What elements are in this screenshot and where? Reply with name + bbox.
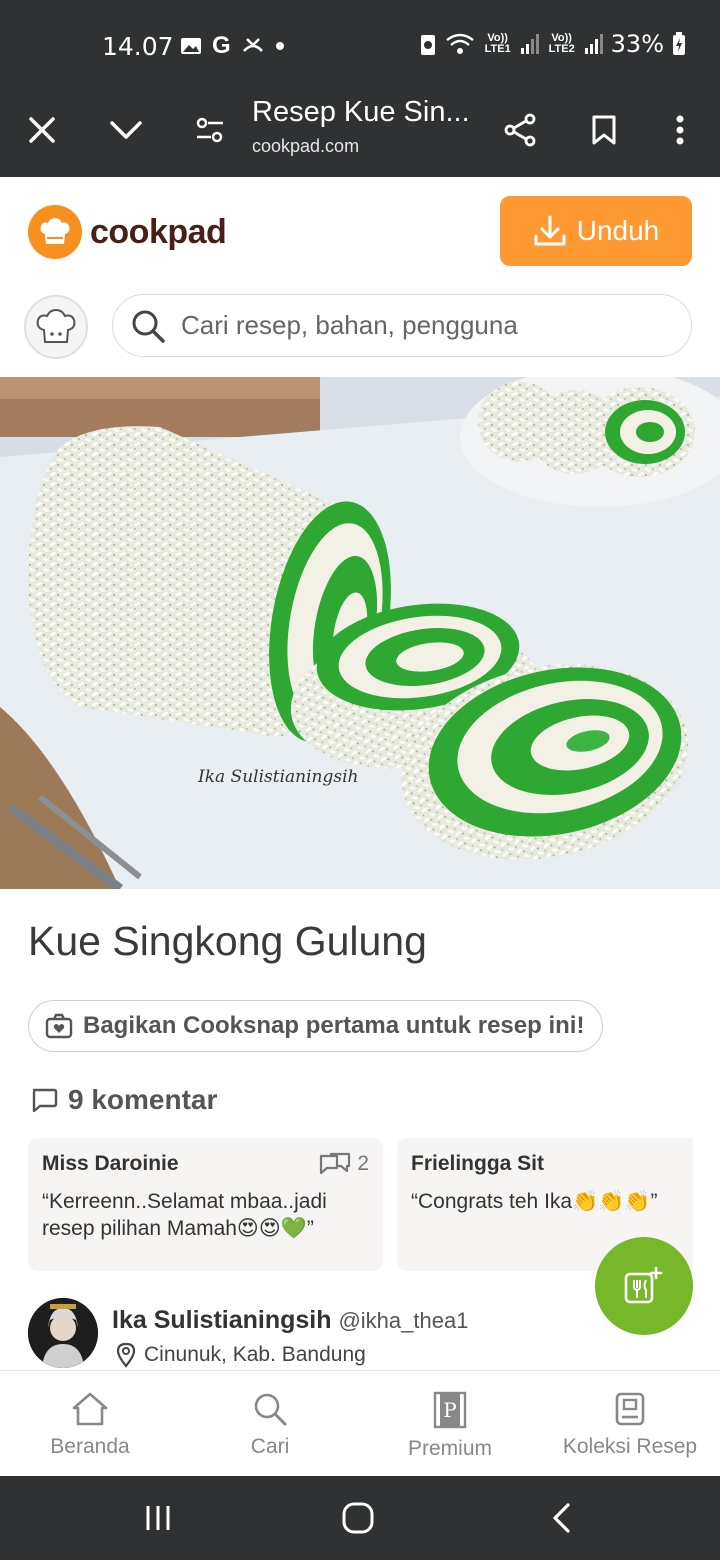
author-avatar[interactable] [28,1298,98,1368]
comment-card[interactable]: Miss Daroinie 2 “Kerreenn..Selamat mbaa.… [28,1138,383,1271]
page-title: Resep Kue Sin... [252,96,470,128]
nav-collection[interactable]: Koleksi Resep [540,1371,720,1476]
add-recipe-icon [624,1266,663,1304]
home-button-icon [342,1502,374,1534]
nav-search-label: Cari [250,1435,290,1458]
system-navigation-bar [0,1476,720,1560]
missed-call-icon [242,38,263,52]
page-url: cookpad.com [252,136,360,156]
premium-icon: P [433,1391,467,1429]
comments-header[interactable]: 9 komentar [30,1084,217,1116]
close-button[interactable] [20,108,64,152]
camera-heart-icon [45,1013,73,1039]
reply-count-value: 2 [357,1152,369,1175]
search-icon [254,1393,287,1426]
more-vertical-icon [676,115,684,145]
search-bar[interactable] [112,294,692,357]
google-icon: G [212,32,231,59]
home-button[interactable] [338,1500,378,1536]
recent-apps-icon [146,1506,170,1530]
comment-text: “Congrats teh Ika👏👏👏” [411,1190,658,1213]
home-icon [72,1392,108,1426]
search-input[interactable] [181,310,661,341]
download-label: Unduh [576,215,660,246]
nav-home-label: Beranda [50,1435,130,1458]
reply-count: 2 [319,1152,369,1176]
replies-icon [320,1152,351,1175]
battery-percent: 33% [610,30,664,58]
notification-dot-icon [275,42,284,50]
author-name-row: Ika Sulistianingsih @ikha_thea1 [112,1306,468,1335]
recipe-title: Kue Singkong Gulung [28,918,427,964]
download-icon [534,215,566,246]
minimize-button[interactable] [104,108,148,152]
bookmark-button[interactable] [582,108,626,152]
signal-lte1-label: Vo)) LTE1 [484,32,511,55]
search-row [0,293,720,373]
nav-home[interactable]: Beranda [0,1371,180,1476]
close-icon [29,117,55,143]
comment-author: Frielingga Sit [411,1152,545,1175]
photo-watermark: Ika Sulistianingsih [197,767,358,787]
site-settings-button[interactable] [188,108,232,152]
author-location: Cinunuk, Kab. Bandung [144,1343,366,1366]
back-button[interactable] [546,1500,576,1536]
recent-apps-button[interactable] [140,1500,176,1536]
profile-avatar-button[interactable] [24,295,88,359]
browser-toolbar: Resep Kue Sin... cookpad.com [0,88,720,177]
logo-text: cookpad [90,212,227,251]
location-pin-icon [116,1342,136,1368]
cookpad-logo[interactable]: cookpad [28,205,227,259]
author-name: Ika Sulistianingsih [112,1306,332,1334]
status-bar: 14.07 G Vo)) LTE1 Vo)) LTE2 33% [0,0,720,88]
chevron-down-icon [110,121,142,139]
share-button[interactable] [498,108,542,152]
recipe-photo: Ika Sulistianingsih [0,377,720,889]
share-icon [504,113,536,147]
bookmark-icon [592,115,616,145]
back-icon [553,1503,570,1533]
nav-search[interactable]: Cari [180,1371,360,1476]
comment-icon [32,1088,58,1113]
download-app-button[interactable]: Unduh [500,196,692,266]
signal-lte2-label: Vo)) LTE2 [548,32,575,55]
cooksnap-label: Bagikan Cooksnap pertama untuk resep ini… [83,1012,585,1039]
status-time: 14.07 [102,32,174,61]
nav-premium-label: Premium [407,1437,492,1460]
signal-bars-2-icon [584,34,603,54]
comments-count: 9 komentar [68,1084,218,1115]
comment-text: “Kerreenn..Selamat mbaa..jadi resep pili… [42,1190,327,1240]
site-header: cookpad Unduh [0,177,720,287]
add-recipe-fab[interactable] [595,1237,693,1335]
recipe-author[interactable]: Ika Sulistianingsih @ikha_thea1 Cinunuk,… [28,1298,588,1368]
author-location-row: Cinunuk, Kab. Bandung [116,1342,366,1368]
bottom-navigation: Beranda Cari P Premium Koleksi Resep [0,1370,720,1476]
chef-hat-icon [36,308,76,343]
author-handle: @ikha_thea1 [338,1308,469,1333]
svg-text:P: P [443,1398,456,1422]
collection-icon [615,1392,645,1426]
search-icon [132,310,165,343]
battery-saver-icon [420,35,435,55]
more-options-button[interactable] [658,108,702,152]
nav-premium[interactable]: P Premium [360,1371,540,1476]
signal-bars-1-icon [520,34,539,54]
wifi-icon [445,33,474,54]
nav-collection-label: Koleksi Resep [562,1435,698,1458]
share-cooksnap-button[interactable]: Bagikan Cooksnap pertama untuk resep ini… [28,1000,603,1052]
gallery-icon [181,38,201,54]
chef-hat-icon [28,205,82,259]
battery-charging-icon [673,32,685,55]
tune-icon [196,117,223,143]
